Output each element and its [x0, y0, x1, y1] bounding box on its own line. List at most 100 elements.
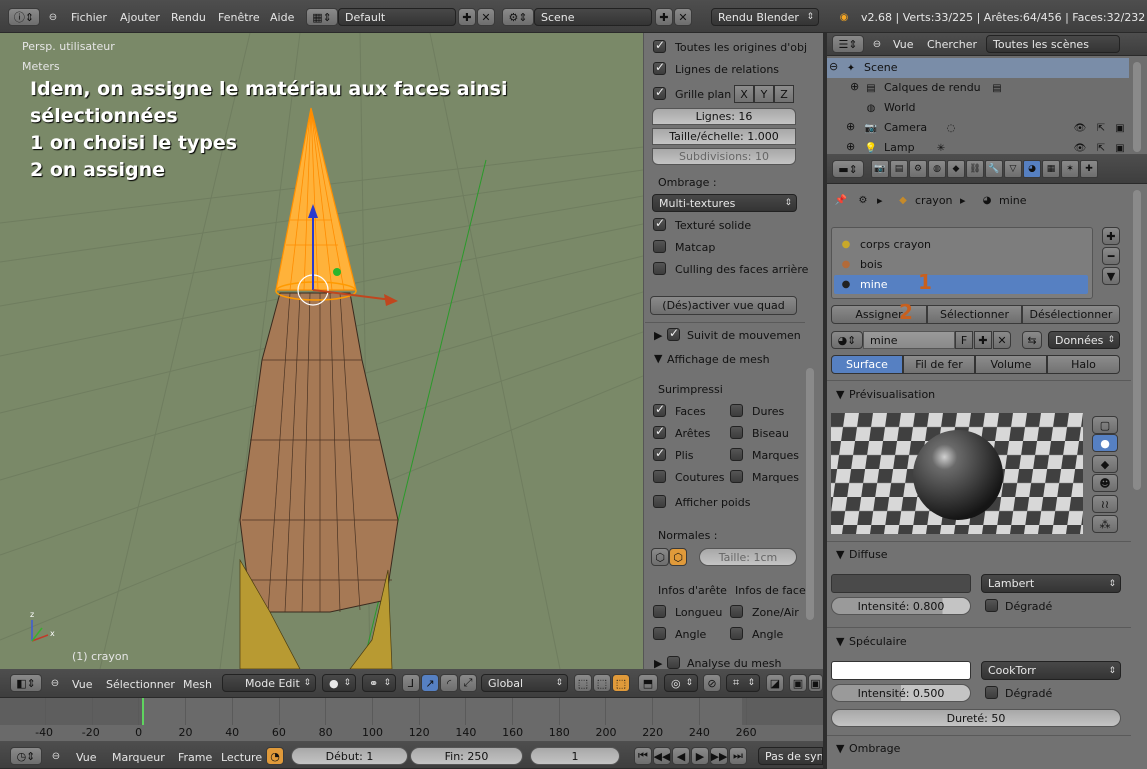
outliner-filter-select[interactable]: Toutes les scènes [986, 35, 1120, 53]
particles-tab-icon[interactable]: ✶ [1061, 160, 1079, 178]
physics-tab-icon[interactable]: ✚ [1080, 160, 1098, 178]
grid-lines-field[interactable]: Lignes: 16 [652, 108, 796, 125]
timeline-editor-type[interactable]: ◷⇕ [10, 747, 42, 765]
outliner-item-render-layers[interactable]: Calques de rendu [884, 81, 981, 94]
current-frame-field[interactable]: 1 [530, 747, 620, 765]
view3d-editor-type[interactable]: ◧⇕ [10, 674, 42, 692]
jump-keyframe-back-button[interactable]: ◀◀ [653, 747, 671, 765]
orientation-select[interactable]: Global ⇕ [481, 674, 568, 692]
lamp-render-icon[interactable]: ▣ [1113, 141, 1127, 155]
layout-select[interactable]: Default [338, 8, 456, 26]
render-anim-button[interactable]: ▣ [789, 674, 807, 692]
properties-editor-type[interactable]: ▬⇕ [832, 160, 864, 178]
checkbox-specular-ramp[interactable] [985, 686, 998, 699]
diffuse-panel-arrow[interactable]: ▼ [836, 548, 844, 561]
checkbox-creases[interactable] [653, 446, 666, 461]
timeline-menu-view[interactable]: Vue [76, 751, 97, 764]
checkbox-face-angle[interactable] [730, 627, 743, 640]
outliner-item-camera[interactable]: Camera [884, 121, 927, 134]
object-tab-icon[interactable]: ◆ [947, 160, 965, 178]
menu-help[interactable]: Aide [270, 11, 294, 24]
outliner-menu-search[interactable]: Chercher [927, 38, 977, 51]
menu-render[interactable]: Rendu [171, 11, 206, 24]
render-engine-select[interactable]: Rendu Blender ⇕ [711, 8, 819, 26]
layout-remove-button[interactable]: ✕ [477, 8, 495, 26]
scene-remove-button[interactable]: ✕ [674, 8, 692, 26]
manipulator-toggle[interactable]: ⅃ [402, 674, 420, 692]
checkbox-edge-angle[interactable] [653, 627, 666, 640]
checkbox-face-area[interactable] [730, 605, 743, 618]
material-browse-button[interactable]: ◕⇕ [831, 331, 863, 349]
tab-volume[interactable]: Volume [975, 355, 1047, 374]
play-button[interactable]: ▶ [691, 747, 709, 765]
material-slot-3[interactable]: mine [860, 278, 888, 291]
specular-intensity-slider[interactable]: Intensité: 0.500 [831, 684, 971, 702]
timeline-menu-playback[interactable]: Lecture [221, 751, 262, 764]
texture-tab-icon[interactable]: ▦ [1042, 160, 1060, 178]
timeline-menu-frame[interactable]: Frame [178, 751, 212, 764]
pin-icon[interactable]: 📌 [834, 193, 848, 207]
preview-range-button[interactable]: ◔ [266, 747, 284, 765]
timeline-menu-marker[interactable]: Marqueur [112, 751, 165, 764]
camera-render-icon[interactable]: ▣ [1113, 121, 1127, 135]
outliner-expand-layers[interactable]: ⊕ [850, 80, 859, 93]
data-tab-icon[interactable]: ▽ [1004, 160, 1022, 178]
grid-axis-x[interactable]: X [734, 85, 754, 103]
layers-tab-icon[interactable]: ▤ [890, 160, 908, 178]
scene-tab-icon[interactable]: ⚙ [909, 160, 927, 178]
slot-remove-button[interactable]: ━ [1102, 247, 1120, 265]
modifiers-tab-icon[interactable]: 🔧 [985, 160, 1003, 178]
grid-axis-z[interactable]: Z [774, 85, 794, 103]
checkbox-diffuse-ramp[interactable] [985, 599, 998, 612]
end-frame-field[interactable]: Fin: 250 [410, 747, 523, 765]
outliner-menu-view[interactable]: Vue [893, 38, 914, 51]
diffuse-color-swatch[interactable] [831, 574, 971, 593]
mesh-display-arrow[interactable]: ▼ [654, 352, 662, 365]
timeline-collapse-icon[interactable]: ⊖ [49, 749, 63, 763]
preview-world-button[interactable]: ⁂ [1092, 515, 1118, 533]
checkbox-show-weights[interactable] [653, 495, 666, 508]
select-button[interactable]: Sélectionner [927, 305, 1022, 324]
camera-visibility-icon[interactable]: 👁 [1073, 121, 1087, 135]
specular-shader-select[interactable]: CookTorr ⇕ [981, 661, 1121, 680]
specular-color-swatch[interactable] [831, 661, 971, 680]
outliner-expand-scene[interactable]: ⊖ [829, 60, 838, 73]
outliner-collapse-icon[interactable]: ⊖ [870, 37, 884, 51]
view3d-collapse-icon[interactable]: ⊖ [48, 676, 62, 690]
tab-surface[interactable]: Surface [831, 355, 903, 374]
checkbox-relations[interactable] [653, 60, 666, 75]
toggle-quad-view-button[interactable]: (Dés)activer vue quad [650, 296, 797, 315]
material-link-select[interactable]: Données ⇕ [1048, 331, 1120, 349]
layout-add-button[interactable]: ✚ [458, 8, 476, 26]
grid-axis-y[interactable]: Y [754, 85, 774, 103]
gizmo-y-handle[interactable] [333, 268, 341, 276]
checkbox-sharp[interactable] [730, 404, 743, 417]
specular-panel-arrow[interactable]: ▼ [836, 635, 844, 648]
deselect-button[interactable]: Désélectionner [1022, 305, 1120, 324]
play-reverse-button[interactable]: ◀ [672, 747, 690, 765]
outliner-item-world[interactable]: World [884, 101, 916, 114]
slot-menu-button[interactable]: ▼ [1102, 267, 1120, 285]
preview-sphere-button[interactable]: ● [1092, 434, 1118, 452]
viewport-shading-select[interactable]: ● ⇕ [322, 674, 356, 692]
render-opengl-button[interactable]: ◪ [766, 674, 784, 692]
lamp-visibility-icon[interactable]: 👁 [1073, 141, 1087, 155]
grid-scale-field[interactable]: Taille/échelle: 1.000 [652, 128, 796, 145]
preview-cube-button[interactable]: ◆ [1092, 455, 1118, 473]
checkbox-seams[interactable] [653, 470, 666, 483]
checkbox-bevel[interactable] [730, 426, 743, 439]
menu-window[interactable]: Fenêtre [218, 11, 260, 24]
checkbox-marks-2[interactable] [730, 470, 743, 483]
view3d-menu-mesh[interactable]: Mesh [183, 678, 212, 691]
material-slot-2[interactable]: bois [860, 258, 883, 271]
rotate-manipulator[interactable]: ◜ [440, 674, 458, 692]
preview-monkey-button[interactable]: ☻ [1092, 474, 1118, 492]
checkbox-all-origins[interactable] [653, 38, 666, 53]
shelf-scrollbar[interactable] [806, 368, 814, 620]
outliner-scrollbar[interactable] [1133, 62, 1141, 152]
view3d-menu-select[interactable]: Sélectionner [106, 678, 175, 691]
menu-add[interactable]: Ajouter [120, 11, 160, 24]
checkbox-edge-length[interactable] [653, 605, 666, 618]
scale-manipulator[interactable]: ⤢ [459, 674, 477, 692]
camera-select-icon[interactable]: ⇱ [1094, 121, 1108, 135]
